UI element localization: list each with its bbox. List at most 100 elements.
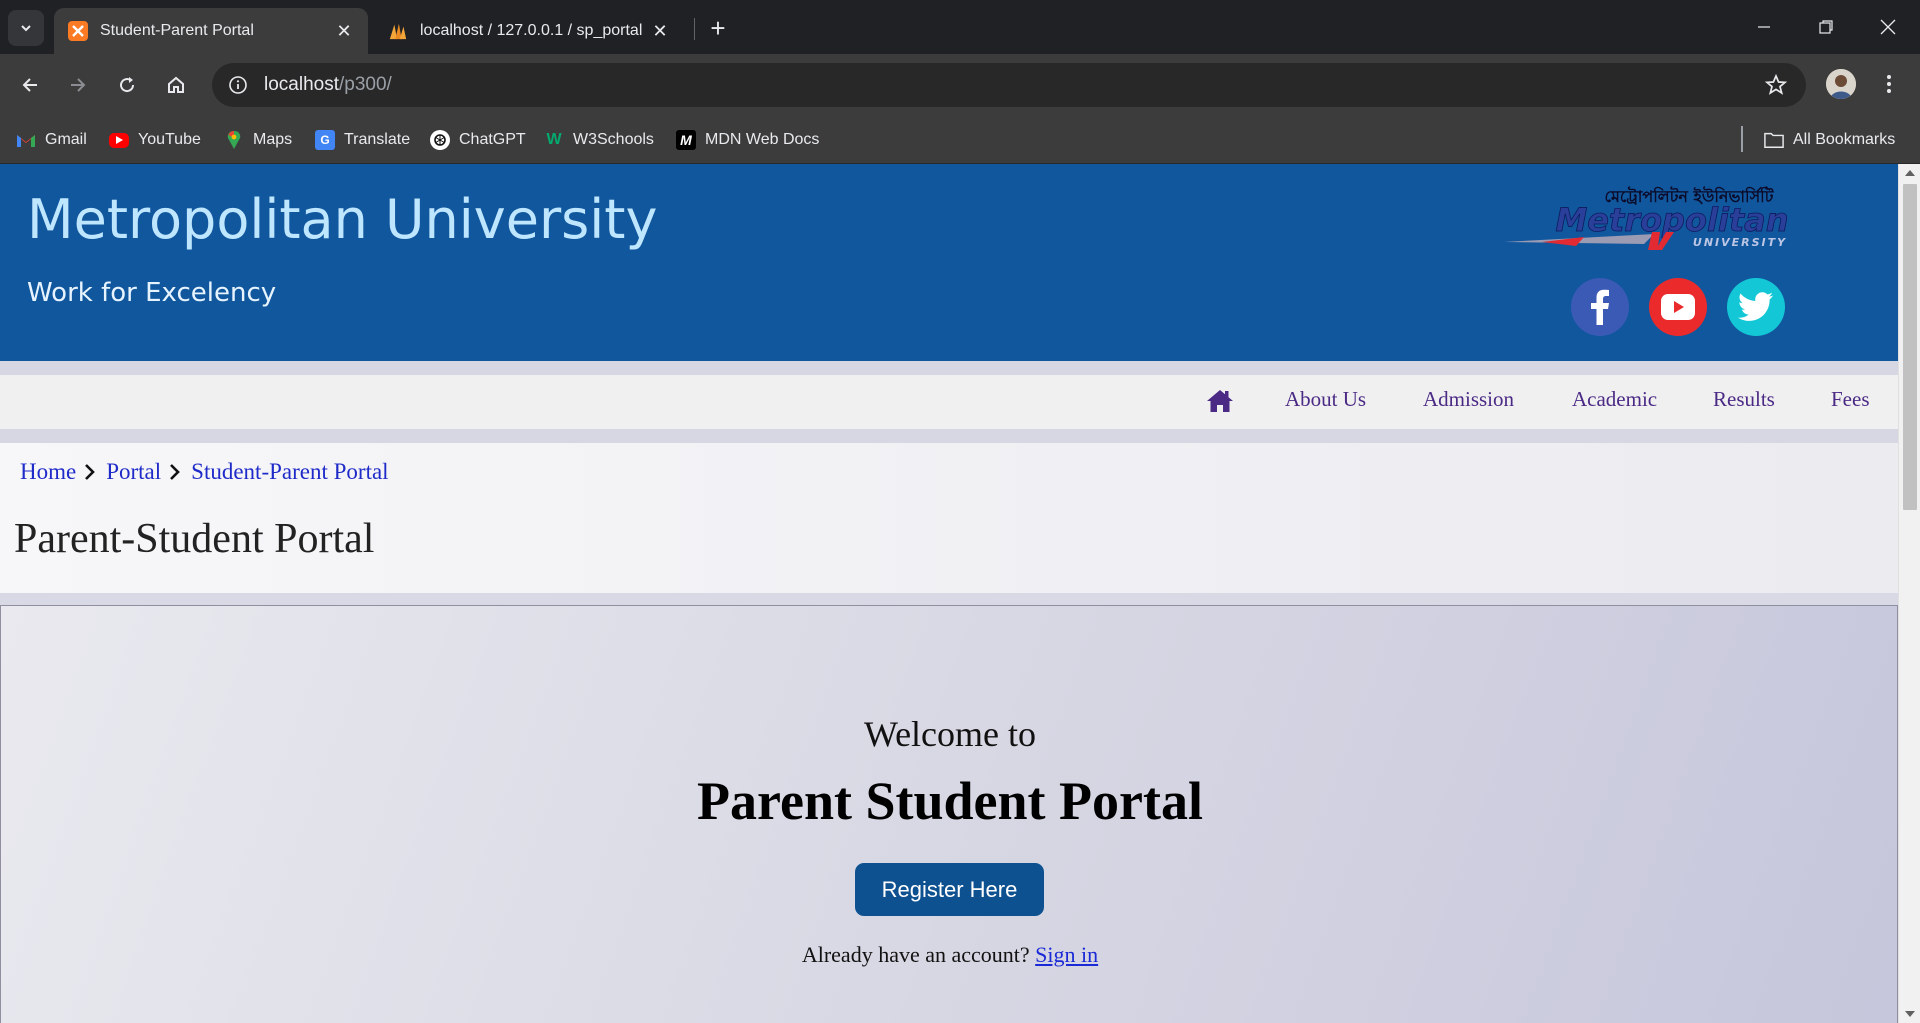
w3schools-icon: W <box>546 131 562 148</box>
bookmarks-bar: Gmail YouTube Maps G Translate ChatGPT W… <box>0 116 1920 164</box>
tab-title: localhost / 127.0.0.1 / sp_portal <box>420 22 643 39</box>
back-button[interactable] <box>12 67 48 103</box>
home-button[interactable] <box>158 67 194 103</box>
nav-fees[interactable]: Fees <box>1831 387 1870 412</box>
close-icon <box>1880 19 1896 35</box>
bookmark-maps[interactable]: Maps <box>224 124 292 156</box>
bookmark-mdn[interactable]: M MDN Web Docs <box>676 124 819 156</box>
mdn-icon: M <box>676 130 696 150</box>
url-host: localhost <box>264 74 339 95</box>
breadcrumb: Home Portal Student-Parent Portal <box>20 459 389 485</box>
bookmark-label: Maps <box>253 131 293 148</box>
url-path: /p300/ <box>339 74 392 95</box>
main-nav: About Us Admission Academic Results Fees <box>0 375 1898 429</box>
twitter-icon <box>1738 292 1773 321</box>
close-window-button[interactable] <box>1857 0 1919 54</box>
bookmark-label: W3Schools <box>573 131 654 148</box>
new-tab-button[interactable]: + <box>702 12 734 44</box>
translate-icon: G <box>315 130 335 150</box>
nav-academic[interactable]: Academic <box>1572 387 1657 412</box>
tab-search-button[interactable] <box>8 10 44 46</box>
phpmyadmin-icon <box>388 21 408 41</box>
nav-wrapper: About Us Admission Academic Results Fees <box>0 361 1898 443</box>
site-tagline: Work for Excelency <box>27 278 277 308</box>
facebook-link[interactable] <box>1571 278 1629 336</box>
minimize-icon <box>1758 26 1770 28</box>
scroll-down-arrow-icon[interactable] <box>1905 1011 1915 1017</box>
bookmark-gmail[interactable]: Gmail <box>16 124 87 156</box>
signin-line: Already have an account? Sign in <box>1 942 1899 968</box>
nav-results[interactable]: Results <box>1713 387 1775 412</box>
hero-subtitle: Welcome to <box>863 714 1037 754</box>
page-title: Parent-Student Portal <box>14 516 375 562</box>
bookmark-label: Gmail <box>45 131 87 148</box>
home-icon[interactable] <box>1206 387 1234 415</box>
tab-strip: Student-Parent Portal ✕ localhost / 127.… <box>0 0 1920 54</box>
address-bar[interactable]: localhost/p300/ <box>212 63 1806 107</box>
site-info-icon[interactable] <box>224 71 252 99</box>
youtube-icon <box>109 132 129 148</box>
home-icon <box>168 76 184 93</box>
chevron-down-icon <box>21 25 31 32</box>
breadcrumb-current[interactable]: Student-Parent Portal <box>191 459 388 485</box>
xampp-icon <box>68 21 88 41</box>
bookmark-star-icon[interactable] <box>1764 73 1788 102</box>
reload-button[interactable] <box>109 67 145 103</box>
bookmark-w3schools[interactable]: W W3Schools <box>544 124 654 156</box>
twitter-link[interactable] <box>1727 278 1785 336</box>
reload-icon <box>120 77 135 93</box>
youtube-link[interactable] <box>1649 278 1707 336</box>
tab-phpmyadmin[interactable]: localhost / 127.0.0.1 / sp_portal ✕ <box>374 8 684 54</box>
forward-button[interactable] <box>60 67 96 103</box>
signin-prompt: Already have an account? <box>801 942 1030 967</box>
bookmark-label: MDN Web Docs <box>705 131 820 148</box>
bookmark-label: ChatGPT <box>459 131 526 148</box>
restore-button[interactable] <box>1795 0 1857 54</box>
url-text: localhost/p300/ <box>264 74 392 96</box>
svg-text:UNIVERSITY: UNIVERSITY <box>1693 236 1787 249</box>
bookmark-label: Translate <box>344 131 411 148</box>
chevron-right-icon <box>169 462 183 482</box>
close-tab-icon[interactable]: ✕ <box>334 21 354 41</box>
profile-avatar[interactable] <box>1826 69 1856 99</box>
register-button[interactable]: Register Here <box>855 863 1044 916</box>
back-arrow-icon <box>22 78 37 92</box>
hero-section: Welcome to Parent Student Portal Registe… <box>0 605 1898 1023</box>
scroll-thumb[interactable] <box>1903 184 1917 510</box>
nav-admission[interactable]: Admission <box>1423 387 1514 412</box>
bookmarks-divider <box>1741 126 1743 152</box>
page-heading-area: Home Portal Student-Parent Portal Parent… <box>0 443 1898 593</box>
section-divider <box>0 593 1898 605</box>
tab-separator <box>694 18 695 40</box>
breadcrumb-home[interactable]: Home <box>20 459 76 485</box>
browser-toolbar: localhost/p300/ <box>0 54 1920 116</box>
hero-title: Parent Student Portal <box>697 771 1203 831</box>
bookmark-chatgpt[interactable]: ChatGPT <box>430 124 526 156</box>
scroll-up-arrow-icon[interactable] <box>1905 170 1915 176</box>
close-tab-icon[interactable]: ✕ <box>650 21 670 41</box>
tab-title: Student-Parent Portal <box>100 22 254 39</box>
minimize-button[interactable] <box>1733 0 1795 54</box>
page-scrollbar[interactable] <box>1898 164 1920 1023</box>
tab-student-parent-portal[interactable]: Student-Parent Portal ✕ <box>54 8 368 54</box>
facebook-icon <box>1591 289 1609 325</box>
maps-icon <box>224 130 244 150</box>
university-logo[interactable]: মেট্রোপলিটন ইউনিভার্সিটি Metropolitan UN… <box>1504 184 1844 250</box>
bookmark-label: YouTube <box>138 131 201 148</box>
breadcrumb-portal[interactable]: Portal <box>106 459 161 485</box>
page: Metropolitan University Work for Excelen… <box>0 164 1898 1023</box>
browser-menu-icon[interactable] <box>1874 69 1904 99</box>
all-bookmarks-label: All Bookmarks <box>1793 131 1896 148</box>
page-viewport: Metropolitan University Work for Excelen… <box>0 164 1920 1023</box>
gmail-icon <box>16 130 36 150</box>
bookmark-youtube[interactable]: YouTube <box>109 124 201 156</box>
signin-link[interactable]: Sign in <box>1035 942 1098 967</box>
site-header: Metropolitan University Work for Excelen… <box>0 164 1898 361</box>
forward-arrow-icon <box>71 78 86 92</box>
site-title: Metropolitan University <box>27 188 658 251</box>
bookmark-translate[interactable]: G Translate <box>315 124 410 156</box>
all-bookmarks-button[interactable]: All Bookmarks <box>1764 124 1895 156</box>
restore-icon <box>1819 20 1833 34</box>
nav-about-us[interactable]: About Us <box>1285 387 1366 412</box>
chevron-right-icon <box>84 462 98 482</box>
